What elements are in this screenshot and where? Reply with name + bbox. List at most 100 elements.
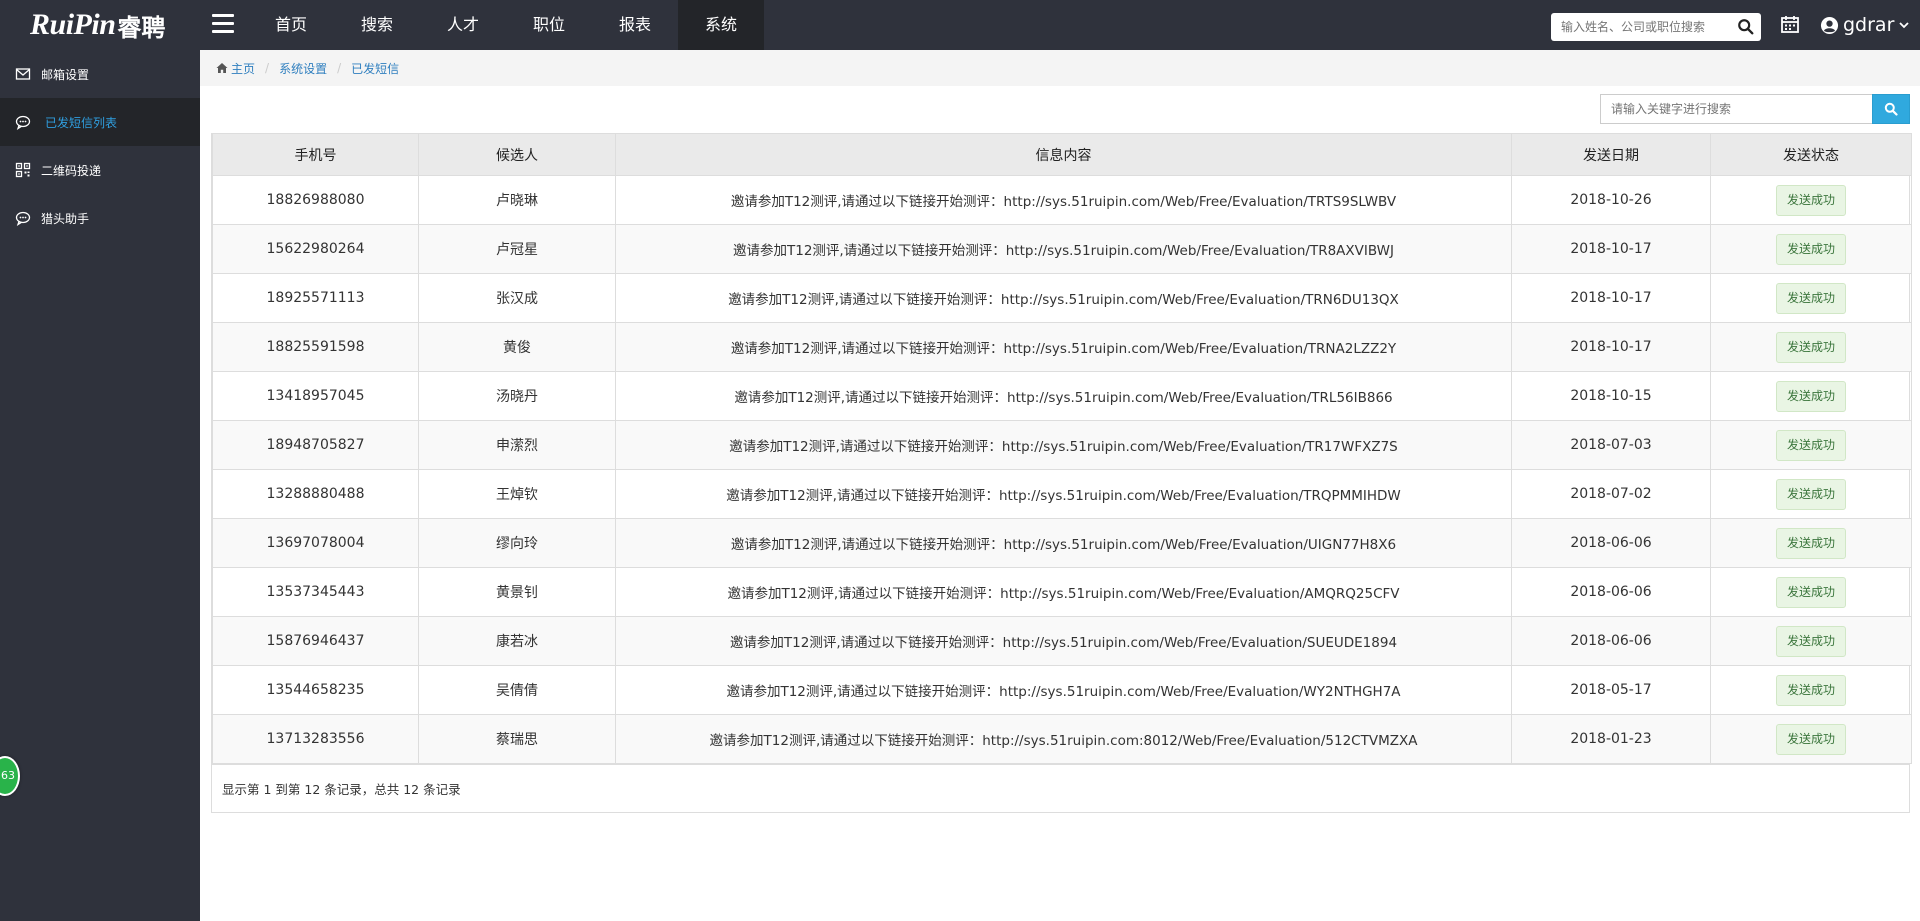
table-row[interactable]: 18826988080 卢晓琳 邀请参加T12测评,请通过以下链接开始测评：http…: [212, 175, 1912, 225]
cell-message: 邀请参加T12测评,请通过以下链接开始测评：http://sys.51ruipi…: [615, 371, 1512, 421]
logo[interactable]: RuiPin 睿聘: [30, 6, 165, 44]
pagination-info: 显示第 1 到第 12 条记录，总共 12 条记录: [212, 764, 1909, 812]
cell-phone: 13418957045: [212, 371, 419, 421]
sms-table: 手机号 候选人 信息内容 发送日期 发送状态 18826988080 卢晓琳 邀请参…: [212, 133, 1912, 764]
logo-cn: 睿聘: [117, 13, 166, 42]
cell-phone: 18948705827: [212, 420, 419, 470]
cell-candidate: 蔡瑞思: [418, 714, 616, 764]
cell-phone: 13544658235: [212, 665, 419, 715]
status-badge: 发送成功: [1776, 478, 1846, 510]
cell-message: 邀请参加T12测评,请通过以下链接开始测评：http://sys.51ruipi…: [615, 273, 1512, 323]
main-nav: 首页 搜索 人才 职位 报表 系统: [248, 0, 764, 50]
cell-phone: 13537345443: [212, 567, 419, 617]
envelope-icon: [15, 66, 31, 82]
cell-message: 邀请参加T12测评,请通过以下链接开始测评：http://sys.51ruipi…: [615, 567, 1512, 617]
search-icon[interactable]: [1737, 18, 1755, 36]
cell-message: 邀请参加T12测评,请通过以下链接开始测评：http://sys.51ruipi…: [615, 665, 1512, 715]
table-row[interactable]: 18925571113 张汉成 邀请参加T12测评,请通过以下链接开始测评：http…: [212, 273, 1912, 323]
breadcrumb-system-settings[interactable]: 系统设置: [279, 60, 327, 77]
table-row[interactable]: 15622980264 卢冠星 邀请参加T12测评,请通过以下链接开始测评：http…: [212, 224, 1912, 274]
sidebar-item-label: 猎头助手: [41, 211, 90, 226]
column-header-date[interactable]: 发送日期: [1511, 133, 1711, 176]
cell-status: 发送成功: [1710, 616, 1912, 666]
nav-position[interactable]: 职位: [506, 0, 592, 50]
nav-system[interactable]: 系统: [678, 0, 764, 50]
column-header-candidate[interactable]: 候选人: [418, 133, 616, 176]
cell-candidate: 吴倩倩: [418, 665, 616, 715]
column-header-phone[interactable]: 手机号: [212, 133, 419, 176]
qrcode-icon: [15, 162, 31, 178]
search-icon: [1884, 102, 1898, 116]
cell-candidate: 张汉成: [418, 273, 616, 323]
sidebar-item-label: 邮箱设置: [41, 67, 90, 82]
cell-date: 2018-07-02: [1511, 469, 1711, 519]
table-row[interactable]: 13537345443 黄景钊 邀请参加T12测评,请通过以下链接开始测评：http…: [212, 567, 1912, 617]
sidebar-item-headhunter[interactable]: 猎头助手: [0, 194, 200, 242]
nav-home[interactable]: 首页: [248, 0, 334, 50]
menu-toggle-icon[interactable]: [212, 14, 234, 34]
cell-candidate: 黄俊: [418, 322, 616, 372]
cell-candidate: 缪向玲: [418, 518, 616, 568]
table-row[interactable]: 18825591598 黄俊 邀请参加T12测评,请通过以下链接开始测评：http:…: [212, 322, 1912, 372]
cell-candidate: 卢晓琳: [418, 175, 616, 225]
cell-status: 发送成功: [1710, 322, 1912, 372]
status-badge: 发送成功: [1776, 282, 1846, 314]
cell-date: 2018-06-06: [1511, 518, 1711, 568]
calendar-icon[interactable]: [1780, 14, 1800, 34]
main-content: 主页 / 系统设置 / 已发短信 手机号 候选人 信息内容 发送日期 发送状态: [200, 50, 1920, 921]
cell-status: 发送成功: [1710, 371, 1912, 421]
cell-phone: 15876946437: [212, 616, 419, 666]
cell-message: 邀请参加T12测评,请通过以下链接开始测评：http://sys.51ruipi…: [615, 518, 1512, 568]
sidebar: 邮箱设置 已发短信列表 二维码投递 猎头助手: [0, 50, 200, 921]
nav-talent[interactable]: 人才: [420, 0, 506, 50]
cell-phone: 18925571113: [212, 273, 419, 323]
table-row[interactable]: 15876946437 康若冰 邀请参加T12测评,请通过以下链接开始测评：http…: [212, 616, 1912, 666]
cell-date: 2018-06-06: [1511, 567, 1711, 617]
search-button[interactable]: [1872, 94, 1910, 124]
sidebar-item-sms-list[interactable]: 已发短信列表: [0, 98, 200, 146]
cell-date: 2018-10-17: [1511, 322, 1711, 372]
cell-candidate: 汤晓丹: [418, 371, 616, 421]
nav-report[interactable]: 报表: [592, 0, 678, 50]
table-row[interactable]: 13544658235 吴倩倩 邀请参加T12测评,请通过以下链接开始测评：http…: [212, 665, 1912, 715]
table-row[interactable]: 13288880488 王焯钦 邀请参加T12测评,请通过以下链接开始测评：http…: [212, 469, 1912, 519]
keyword-search-input[interactable]: [1600, 94, 1872, 124]
table-row[interactable]: 13418957045 汤晓丹 邀请参加T12测评,请通过以下链接开始测评：http…: [212, 371, 1912, 421]
top-search: [1551, 13, 1761, 41]
cell-message: 邀请参加T12测评,请通过以下链接开始测评：http://sys.51ruipi…: [615, 714, 1512, 764]
home-icon: [216, 63, 228, 73]
table-row[interactable]: 18948705827 申潆烈 邀请参加T12测评,请通过以下链接开始测评：http…: [212, 420, 1912, 470]
cell-date: 2018-05-17: [1511, 665, 1711, 715]
cell-candidate: 康若冰: [418, 616, 616, 666]
top-search-input[interactable]: [1551, 13, 1731, 41]
chevron-down-icon: [1899, 22, 1910, 29]
cell-status: 发送成功: [1710, 714, 1912, 764]
cell-date: 2018-10-17: [1511, 273, 1711, 323]
cell-phone: 13713283556: [212, 714, 419, 764]
sidebar-item-label: 二维码投递: [41, 163, 102, 178]
breadcrumb-sent-sms[interactable]: 已发短信: [351, 60, 399, 77]
sidebar-item-label: 已发短信列表: [45, 115, 118, 130]
sidebar-item-qrcode[interactable]: 二维码投递: [0, 146, 200, 194]
table-search: [1600, 94, 1910, 124]
breadcrumb-home[interactable]: 主页: [231, 60, 255, 77]
sms-table-container: 手机号 候选人 信息内容 发送日期 发送状态 18826988080 卢晓琳 邀请参…: [211, 133, 1912, 813]
cell-message: 邀请参加T12测评,请通过以下链接开始测评：http://sys.51ruipi…: [615, 420, 1512, 470]
cell-phone: 13697078004: [212, 518, 419, 568]
status-badge: 发送成功: [1776, 233, 1846, 265]
column-header-status[interactable]: 发送状态: [1710, 133, 1912, 176]
status-badge: 发送成功: [1776, 625, 1846, 657]
user-menu[interactable]: gdrar: [1820, 12, 1910, 38]
column-header-message[interactable]: 信息内容: [615, 133, 1512, 176]
nav-search[interactable]: 搜索: [334, 0, 420, 50]
cell-phone: 18826988080: [212, 175, 419, 225]
table-row[interactable]: 13697078004 缪向玲 邀请参加T12测评,请通过以下链接开始测评：http…: [212, 518, 1912, 568]
table-header-row: 手机号 候选人 信息内容 发送日期 发送状态: [212, 133, 1912, 176]
cell-message: 邀请参加T12测评,请通过以下链接开始测评：http://sys.51ruipi…: [615, 322, 1512, 372]
cell-date: 2018-10-15: [1511, 371, 1711, 421]
chat-icon: [15, 114, 31, 130]
sidebar-item-email-settings[interactable]: 邮箱设置: [0, 50, 200, 98]
cell-candidate: 卢冠星: [418, 224, 616, 274]
table-row[interactable]: 13713283556 蔡瑞思 邀请参加T12测评,请通过以下链接开始测评：http…: [212, 714, 1912, 764]
cell-date: 2018-10-26: [1511, 175, 1711, 225]
